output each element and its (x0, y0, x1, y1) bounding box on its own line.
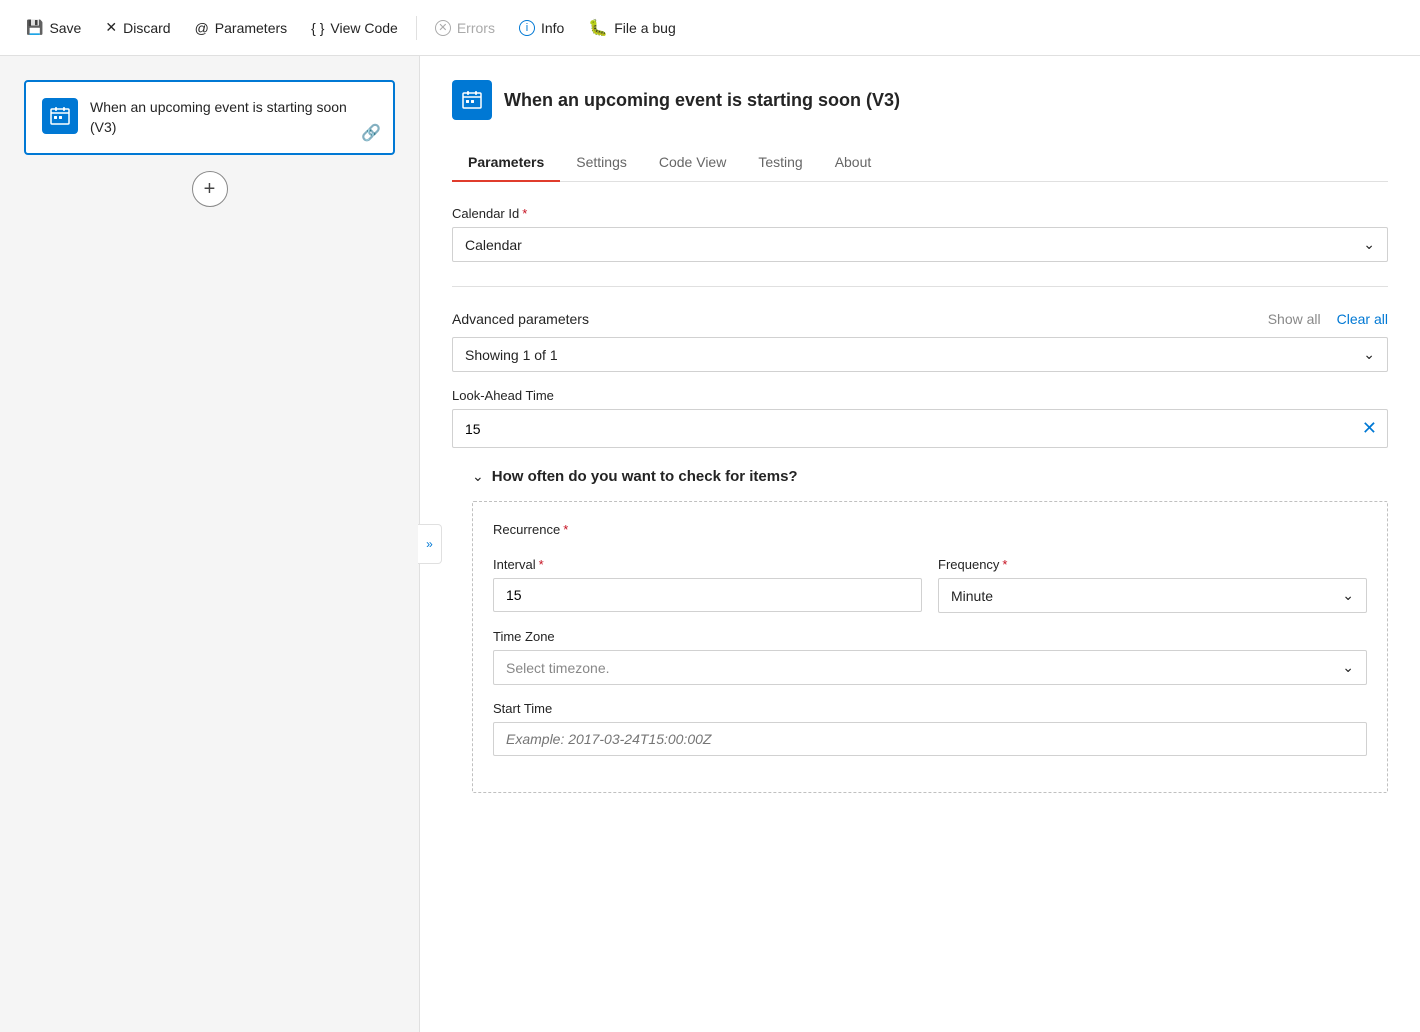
required-asterisk: * (522, 206, 527, 221)
advanced-params-label: Advanced parameters (452, 311, 589, 327)
frequency-chevron-icon: ⌄ (1342, 587, 1354, 604)
adv-params-actions: Show all Clear all (1268, 311, 1388, 327)
left-panel: When an upcoming event is starting soon … (0, 56, 420, 1032)
parameters-button[interactable]: @ Parameters (185, 14, 298, 42)
tab-testing[interactable]: Testing (742, 144, 818, 182)
look-ahead-field: Look-Ahead Time ✕ (452, 388, 1388, 448)
required-asterisk-4: * (1002, 557, 1007, 572)
workflow-card[interactable]: When an upcoming event is starting soon … (24, 80, 395, 155)
chevron-down-icon: ⌄ (1363, 236, 1375, 253)
tab-code-view[interactable]: Code View (643, 144, 742, 182)
panel-icon (452, 80, 492, 120)
panel-title: When an upcoming event is starting soon … (504, 90, 900, 111)
parameters-icon: @ (195, 20, 209, 36)
start-time-input[interactable] (493, 722, 1367, 756)
frequency-label: Frequency* (938, 557, 1367, 572)
workflow-card-icon (42, 98, 78, 134)
frequency-select[interactable]: Minute ⌄ (938, 578, 1367, 613)
look-ahead-clear-button[interactable]: ✕ (1352, 410, 1387, 447)
info-button[interactable]: i Info (509, 14, 574, 42)
view-code-button[interactable]: { } View Code (301, 14, 408, 42)
workflow-card-title: When an upcoming event is starting soon … (90, 98, 377, 137)
tab-parameters[interactable]: Parameters (452, 144, 560, 182)
collapse-icon: ⌄ (472, 468, 484, 485)
advanced-params-header: Advanced parameters Show all Clear all (452, 311, 1388, 327)
collapse-panel-button[interactable]: » (418, 524, 442, 564)
panel-header: When an upcoming event is starting soon … (452, 80, 1388, 120)
add-step-button[interactable]: + (192, 171, 228, 207)
timezone-label: Time Zone (493, 629, 1367, 644)
start-time-label: Start Time (493, 701, 1367, 716)
tabs-container: Parameters Settings Code View Testing Ab… (452, 144, 1388, 182)
recurrence-title: How often do you want to check for items… (492, 468, 798, 485)
file-bug-button[interactable]: 🐛 File a bug (578, 12, 685, 44)
errors-button[interactable]: ✕ Errors (425, 14, 505, 42)
interval-frequency-row: Interval* Frequency* Minute ⌄ (493, 557, 1367, 613)
look-ahead-input[interactable] (453, 413, 1352, 445)
recurrence-label: Recurrence* (493, 522, 1367, 537)
errors-icon: ✕ (435, 20, 451, 36)
clear-icon: ✕ (1362, 418, 1377, 439)
toolbar: 💾 Save ✕ Discard @ Parameters { } View C… (0, 0, 1420, 56)
recurrence-box: Recurrence* Interval* Frequency* (472, 501, 1388, 793)
timezone-chevron-icon: ⌄ (1342, 659, 1354, 676)
look-ahead-input-wrapper: ✕ (452, 409, 1388, 448)
tab-settings[interactable]: Settings (560, 144, 643, 182)
showing-chevron-icon: ⌄ (1363, 346, 1375, 363)
showing-dropdown[interactable]: Showing 1 of 1 ⌄ (452, 337, 1388, 372)
required-asterisk-2: * (563, 522, 568, 537)
main-layout: When an upcoming event is starting soon … (0, 56, 1420, 1032)
recurrence-section: ⌄ How often do you want to check for ite… (472, 468, 1388, 793)
tab-about[interactable]: About (819, 144, 888, 182)
link-icon: 🔗 (361, 123, 381, 143)
save-icon: 💾 (26, 19, 43, 36)
timezone-select[interactable]: Select timezone. ⌄ (493, 650, 1367, 685)
interval-label: Interval* (493, 557, 922, 572)
timezone-field: Time Zone Select timezone. ⌄ (493, 629, 1367, 685)
toolbar-divider (416, 16, 417, 40)
right-panel: When an upcoming event is starting soon … (420, 56, 1420, 1032)
start-time-field: Start Time (493, 701, 1367, 756)
clear-all-button[interactable]: Clear all (1337, 311, 1388, 327)
save-button[interactable]: 💾 Save (16, 13, 91, 42)
section-divider (452, 286, 1388, 287)
calendar-id-select[interactable]: Calendar ⌄ (452, 227, 1388, 262)
recurrence-field: Recurrence* (493, 522, 1367, 537)
look-ahead-label: Look-Ahead Time (452, 388, 1388, 403)
discard-button[interactable]: ✕ Discard (95, 13, 180, 42)
bug-icon: 🐛 (588, 18, 608, 38)
recurrence-header[interactable]: ⌄ How often do you want to check for ite… (472, 468, 1388, 485)
calendar-id-label: Calendar Id* (452, 206, 1388, 221)
show-all-button[interactable]: Show all (1268, 311, 1321, 327)
info-icon: i (519, 20, 535, 36)
required-asterisk-3: * (539, 557, 544, 572)
calendar-id-field: Calendar Id* Calendar ⌄ (452, 206, 1388, 262)
interval-field: Interval* (493, 557, 922, 613)
interval-input[interactable] (493, 578, 922, 612)
discard-icon: ✕ (105, 19, 117, 36)
view-code-icon: { } (311, 20, 324, 36)
frequency-field: Frequency* Minute ⌄ (938, 557, 1367, 613)
